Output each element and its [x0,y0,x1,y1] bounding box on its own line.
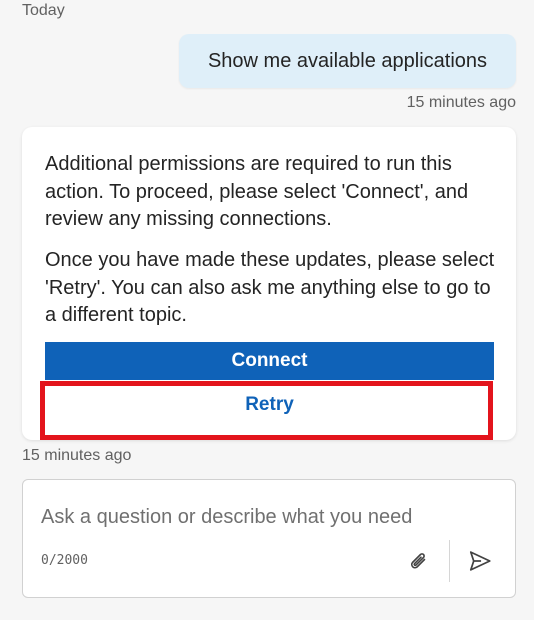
character-count: 0/2000 [41,553,88,568]
user-message-bubble: Show me available applications [179,34,516,88]
bot-message-card: Additional permissions are required to r… [22,127,516,440]
user-message-text: Show me available applications [207,49,488,72]
message-composer: 0/2000 [22,479,516,598]
date-label: Today [22,2,65,19]
retry-button[interactable]: Retry [45,383,494,427]
message-input[interactable] [41,502,481,532]
send-icon[interactable] [465,546,495,576]
user-message-timestamp: 15 minutes ago [406,94,516,111]
bot-message-paragraph-1: Additional permissions are required to r… [45,153,469,230]
paperclip-icon[interactable] [405,548,433,576]
bot-message-paragraph-2: Once you have made these updates, please… [45,249,495,326]
bot-message-timestamp: 15 minutes ago [22,447,132,464]
connect-button[interactable]: Connect [45,342,494,380]
composer-divider [449,540,450,582]
